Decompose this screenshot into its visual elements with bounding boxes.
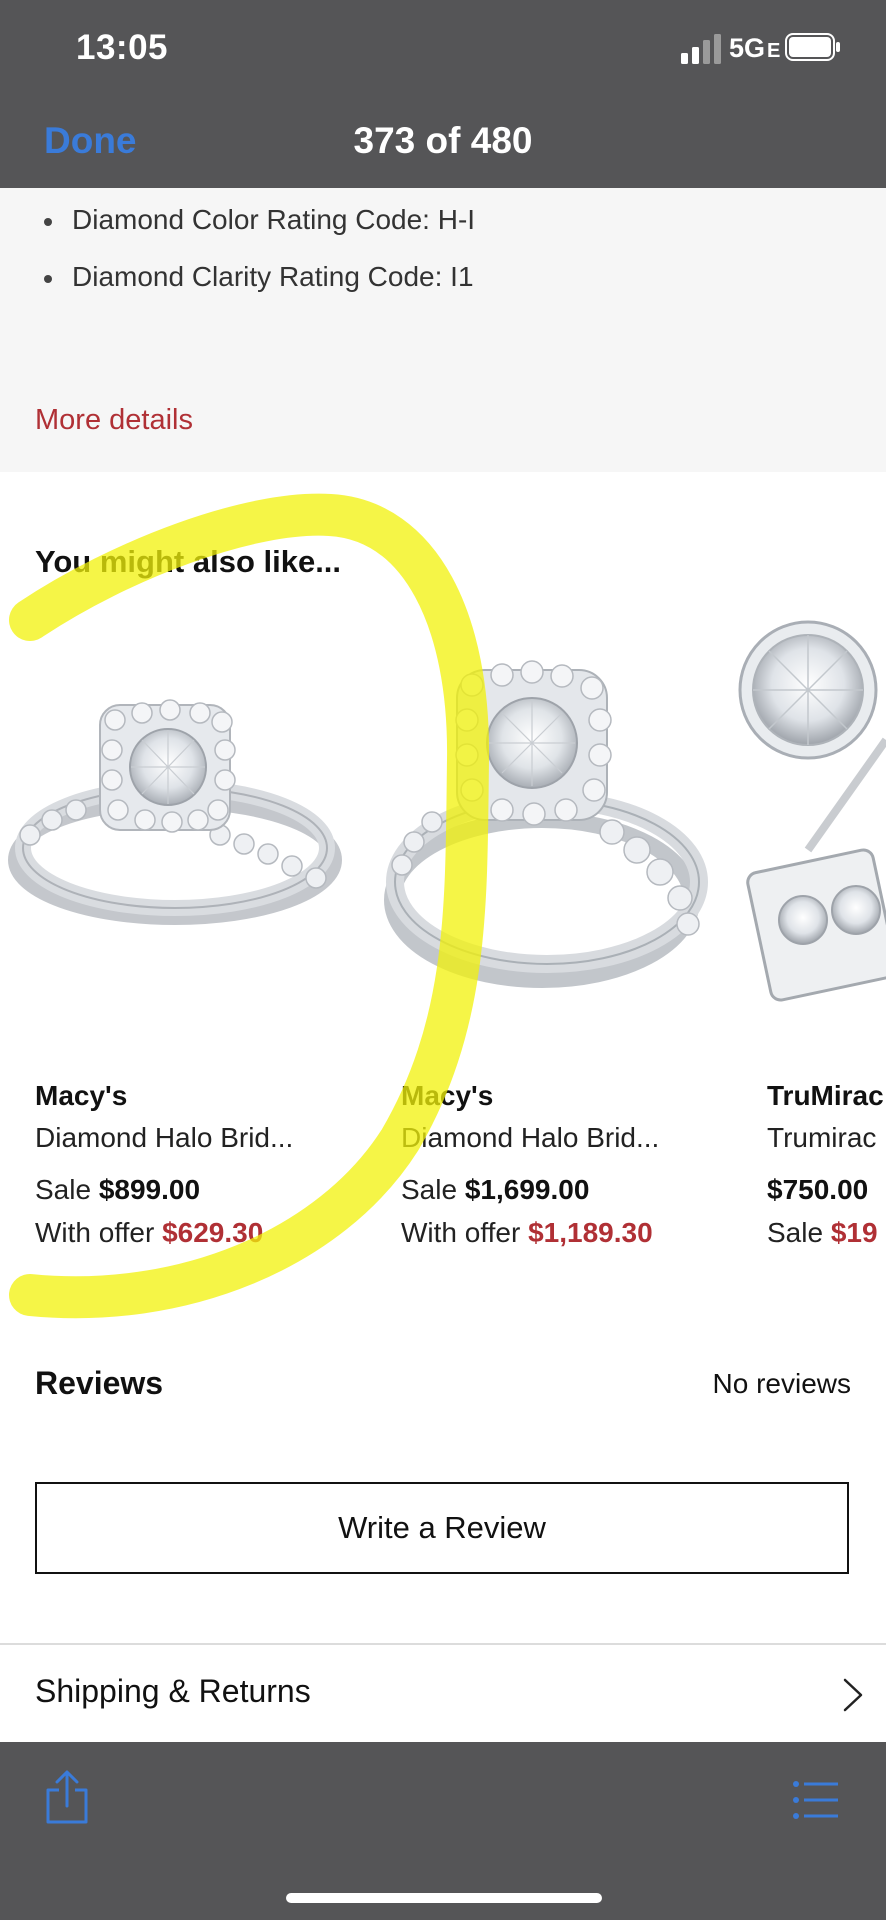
bullet-icon xyxy=(44,217,52,226)
product-price: Sale $899.00 xyxy=(35,1174,201,1205)
chevron-right-icon[interactable] xyxy=(842,1678,864,1712)
product-offer-price: With offer $1,189.30 xyxy=(401,1217,653,1248)
product-name: Trumirac xyxy=(767,1122,877,1153)
signal-icon xyxy=(681,34,721,64)
product-name[interactable]: Diamond Halo Brid... xyxy=(35,1122,293,1154)
battery-icon xyxy=(785,33,840,61)
product-card-partial[interactable]: TruMirac Trumirac $750.00 Sale $19 xyxy=(767,1070,886,1260)
write-review-button[interactable]: Write a Review xyxy=(35,1482,849,1574)
product-image[interactable] xyxy=(0,610,355,1010)
detail-bullet: Diamond Clarity Rating Code: I1 xyxy=(44,261,474,293)
reviews-title: Reviews xyxy=(35,1365,164,1401)
product-offer-price: Sale $19 xyxy=(767,1217,878,1248)
network-type: 5G E xyxy=(729,33,781,63)
share-icon[interactable] xyxy=(44,1770,90,1826)
product-image[interactable] xyxy=(728,610,886,1050)
product-offer-price: With offer $629.30 xyxy=(35,1217,264,1248)
bullet-icon xyxy=(44,274,52,283)
reviews-count: No reviews xyxy=(712,1368,851,1399)
recommendations-title: You might also like... xyxy=(35,544,342,579)
done-button[interactable]: Done xyxy=(44,120,137,162)
product-brand[interactable]: Macy's xyxy=(401,1080,493,1112)
product-price: $750.00 xyxy=(767,1174,869,1205)
divider xyxy=(0,1643,886,1645)
product-name[interactable]: Diamond Halo Brid... xyxy=(401,1122,659,1154)
product-brand[interactable]: Macy's xyxy=(35,1080,127,1112)
product-price: Sale $1,699.00 xyxy=(401,1174,590,1205)
list-icon[interactable] xyxy=(792,1780,840,1820)
status-time: 13:05 xyxy=(76,28,169,67)
shipping-returns-row[interactable]: Shipping & Returns xyxy=(35,1673,311,1710)
detail-bullet: Diamond Color Rating Code: H-I xyxy=(44,204,475,236)
product-image[interactable] xyxy=(362,610,727,1030)
home-indicator[interactable] xyxy=(286,1893,602,1903)
page-counter: 373 of 480 xyxy=(353,120,533,161)
more-details-link[interactable]: More details xyxy=(35,404,193,437)
product-brand: TruMirac xyxy=(767,1080,884,1111)
